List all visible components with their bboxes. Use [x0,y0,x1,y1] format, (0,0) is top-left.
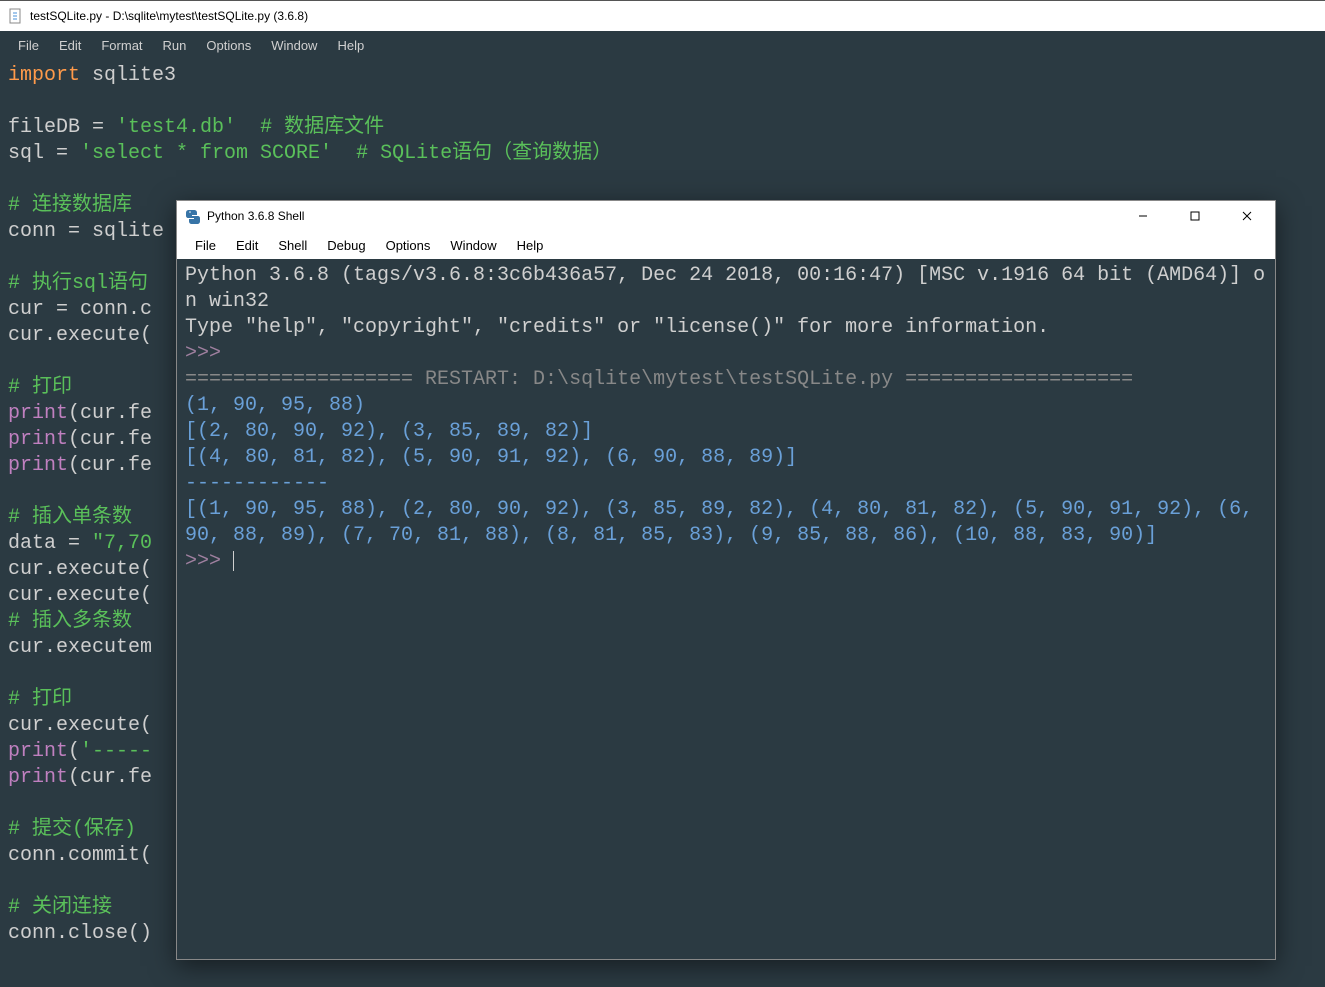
maximize-button[interactable] [1175,202,1215,230]
shell-titlebar[interactable]: Python 3.6.8 Shell [177,201,1275,231]
code-token: conn.close() [8,922,152,945]
shell-menu-file[interactable]: File [185,234,226,257]
idle-shell-window: Python 3.6.8 Shell File Edit Shell Debug… [176,200,1276,960]
code-token: fileDB = [8,116,116,139]
shell-title-text: Python 3.6.8 Shell [207,209,304,223]
shell-menu-options[interactable]: Options [376,234,441,257]
text-cursor [233,551,234,571]
menu-options[interactable]: Options [196,34,261,57]
code-token: ( [68,740,80,763]
code-token: data = [8,532,92,555]
shell-banner: Python 3.6.8 (tags/v3.6.8:3c6b436a57, De… [185,264,1265,313]
code-token: '----- [80,740,152,763]
code-token: print [8,766,68,789]
code-token: # 连接数据库 [8,194,132,217]
code-token: (cur.fe [68,402,152,425]
code-token: conn.commit( [8,844,152,867]
shell-prompt: >>> [185,342,233,365]
shell-output-line: ------------ [185,472,329,495]
menu-edit[interactable]: Edit [49,34,91,57]
code-token: # SQLite语句（查询数据） [332,142,612,165]
shell-restart-line: =================== RESTART: D:\sqlite\m… [185,368,1133,391]
shell-window-controls [1123,202,1267,230]
editor-title-text: testSQLite.py - D:\sqlite\mytest\testSQL… [30,9,308,23]
code-token: # 提交(保存) [8,818,136,841]
code-token: # 数据库文件 [236,116,384,139]
shell-output-line: [(4, 80, 81, 82), (5, 90, 91, 92), (6, 9… [185,446,797,469]
menu-file[interactable]: File [8,34,49,57]
code-token: (cur.fe [68,428,152,451]
code-token: print [8,454,68,477]
code-token: cur.execute( [8,584,152,607]
code-token: 'test4.db' [116,116,236,139]
code-token: # 关闭连接 [8,896,112,919]
python-shell-icon [185,208,201,224]
code-token: print [8,740,68,763]
shell-menu-window[interactable]: Window [440,234,506,257]
code-token: "7,70 [92,532,152,555]
shell-menu-edit[interactable]: Edit [226,234,268,257]
code-token: cur.execute( [8,558,152,581]
shell-output-area[interactable]: Python 3.6.8 (tags/v3.6.8:3c6b436a57, De… [177,259,1275,959]
code-token: cur.execute( [8,324,152,347]
menu-run[interactable]: Run [153,34,197,57]
shell-output-line: [(1, 90, 95, 88), (2, 80, 90, 92), (3, 8… [185,498,1265,547]
menu-format[interactable]: Format [91,34,152,57]
shell-output-line: [(2, 80, 90, 92), (3, 85, 89, 82)] [185,420,593,443]
python-file-icon [8,8,24,24]
code-token: conn = sqlite [8,220,164,243]
code-token: print [8,402,68,425]
code-token: # 打印 [8,376,72,399]
code-token: cur.execute( [8,714,152,737]
shell-menu-help[interactable]: Help [507,234,554,257]
editor-titlebar[interactable]: testSQLite.py - D:\sqlite\mytest\testSQL… [0,1,1325,31]
shell-prompt: >>> [185,550,233,573]
code-token: cur.executem [8,636,152,659]
menu-window[interactable]: Window [261,34,327,57]
shell-output-line: (1, 90, 95, 88) [185,394,365,417]
editor-menubar: File Edit Format Run Options Window Help [0,31,1325,59]
code-token: 'select * from SCORE' [80,142,332,165]
code-token: sql = [8,142,80,165]
code-token: (cur.fe [68,766,152,789]
code-token: # 插入多条数 [8,610,132,633]
code-token: import [8,64,80,87]
menu-help[interactable]: Help [327,34,374,57]
code-token: # 执行sql语句 [8,272,148,295]
code-token: # 插入单条数 [8,506,132,529]
shell-menu-debug[interactable]: Debug [317,234,375,257]
code-token: cur = conn.c [8,298,152,321]
code-token: sqlite3 [80,64,176,87]
code-token: (cur.fe [68,454,152,477]
code-token: # 打印 [8,688,72,711]
shell-menubar: File Edit Shell Debug Options Window Hel… [177,231,1275,259]
minimize-button[interactable] [1123,202,1163,230]
close-button[interactable] [1227,202,1267,230]
code-token: print [8,428,68,451]
shell-menu-shell[interactable]: Shell [268,234,317,257]
shell-banner: Type "help", "copyright", "credits" or "… [185,316,1049,339]
